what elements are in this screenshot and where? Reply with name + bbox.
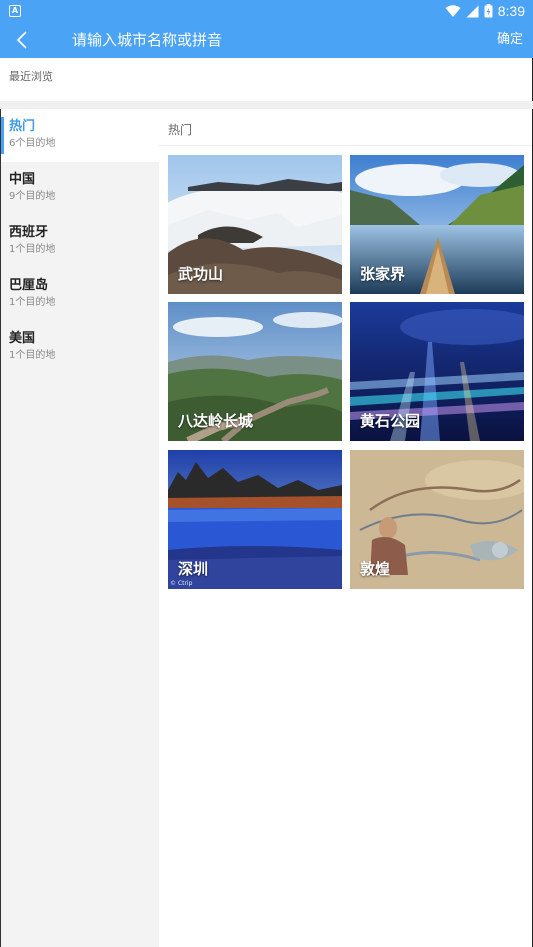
sidebar-item-count: 1个目的地 bbox=[9, 244, 56, 255]
destination-label: 黄石公园 bbox=[360, 412, 421, 430]
sidebar-item-label: 中国 bbox=[9, 172, 36, 187]
sidebar-item-usa[interactable]: 美国 1个目的地 bbox=[1, 321, 159, 374]
search-prompt-title[interactable]: 请输入城市名称或拼音 bbox=[72, 22, 222, 58]
destination-tile[interactable]: 敦煌 bbox=[350, 450, 524, 589]
sidebar-item-count: 6个目的地 bbox=[9, 138, 56, 149]
sidebar-item-label: 热门 bbox=[9, 119, 36, 134]
destination-label: 敦煌 bbox=[360, 560, 391, 578]
clock: 8:39 bbox=[497, 3, 525, 19]
destination-label: 八达岭长城 bbox=[178, 412, 254, 430]
destination-tile[interactable]: 武功山 bbox=[168, 155, 342, 294]
photo-watermark: © Ctrip bbox=[170, 580, 193, 587]
divider bbox=[159, 145, 532, 146]
destination-tile[interactable]: 深圳 © Ctrip bbox=[168, 450, 342, 589]
sidebar-item-count: 1个目的地 bbox=[9, 350, 56, 361]
sidebar-item-spain[interactable]: 西班牙 1个目的地 bbox=[1, 215, 159, 268]
battery-icon bbox=[484, 4, 493, 18]
sidebar-item-label: 巴厘岛 bbox=[9, 278, 49, 293]
recent-label: 最近浏览 bbox=[9, 70, 53, 83]
section-separator bbox=[0, 101, 533, 109]
confirm-button[interactable]: 确定 bbox=[497, 22, 523, 58]
destination-panel: 热门 武功山 张家界 八达岭长城 黄石公园 深圳 © Ctrip 敦煌 bbox=[159, 109, 533, 947]
sidebar-item-hot[interactable]: 热门 6个目的地 bbox=[1, 109, 159, 162]
header-bar: 请输入城市名称或拼音 确定 bbox=[0, 22, 533, 58]
region-sidebar: 热门 6个目的地 中国 9个目的地 西班牙 1个目的地 巴厘岛 1个目的地 美国… bbox=[0, 109, 159, 947]
chevron-left-icon bbox=[16, 31, 27, 49]
wifi-icon bbox=[445, 4, 461, 17]
destination-tile[interactable]: 黄石公园 bbox=[350, 302, 524, 441]
section-title: 热门 bbox=[168, 123, 193, 137]
sidebar-item-count: 9个目的地 bbox=[9, 191, 56, 202]
back-button[interactable] bbox=[6, 24, 38, 56]
status-icons: 8:39 bbox=[445, 2, 525, 20]
sidebar-item-china[interactable]: 中国 9个目的地 bbox=[1, 162, 159, 215]
destination-label: 武功山 bbox=[178, 265, 224, 283]
destination-label: 深圳 bbox=[178, 560, 209, 578]
destination-tile[interactable]: 张家界 bbox=[350, 155, 524, 294]
sidebar-item-count: 1个目的地 bbox=[9, 297, 56, 308]
destination-label: 张家界 bbox=[360, 265, 406, 283]
sidebar-item-label: 西班牙 bbox=[9, 225, 49, 240]
sidebar-item-label: 美国 bbox=[9, 331, 36, 346]
status-bar: A 8:39 bbox=[0, 0, 533, 22]
signal-icon bbox=[466, 5, 479, 17]
recent-section: 最近浏览 bbox=[0, 58, 533, 101]
destination-tile[interactable]: 八达岭长城 bbox=[168, 302, 342, 441]
app-notification-icon: A bbox=[9, 5, 21, 17]
sidebar-item-bali[interactable]: 巴厘岛 1个目的地 bbox=[1, 268, 159, 321]
